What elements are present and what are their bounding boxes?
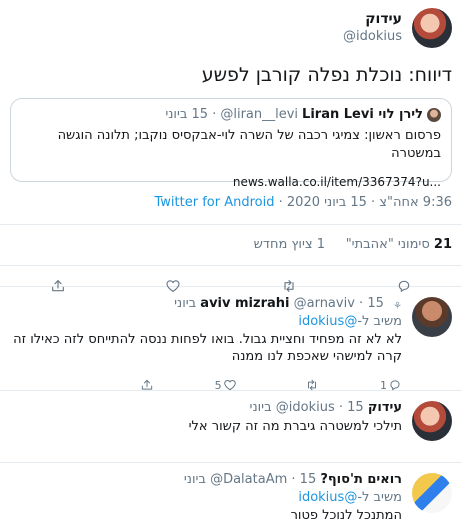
- reply-header: רואים ת'סוף? @DalataAm · 15 ביוני: [10, 471, 402, 489]
- like-action[interactable]: 5: [209, 378, 237, 392]
- reply-author-handle[interactable]: @DalataAm: [210, 472, 287, 487]
- author-handle[interactable]: @idokius: [343, 28, 402, 46]
- reply-tweet[interactable]: ⚘ aviv mizrahi @arnaviv · 15 ביוני משיב …: [0, 287, 462, 392]
- retweet-icon: [308, 379, 317, 391]
- reply-body: עידוק @idokius · 15 ביוני תילכי למשטרה ג…: [10, 399, 402, 462]
- quoted-tweet-text: פרסום ראשון: צמיגי רכבה של השרה לוי-אבקס…: [57, 128, 441, 161]
- retweet-action[interactable]: [291, 378, 319, 392]
- main-tweet-author: עידוק @idokius: [10, 6, 452, 50]
- reply-author-name[interactable]: עידוק: [368, 400, 402, 415]
- avatar[interactable]: [412, 297, 452, 337]
- replying-to-handle[interactable]: @idokius: [298, 314, 357, 329]
- share-icon[interactable]: [140, 378, 154, 392]
- reply-author-handle[interactable]: @idokius: [276, 400, 335, 415]
- heart-icon: [223, 380, 236, 391]
- quoted-author-name: לירן לוי Liran Levi: [302, 107, 423, 122]
- author-display-name[interactable]: עידוק: [343, 10, 402, 28]
- reply-text: תילכי למשטרה גיברת מה זה קשור אלי: [188, 419, 402, 434]
- likes-label: סימוני "אהבתי": [345, 237, 430, 252]
- tweet-meta: 9:36 אחה"צ · 15 ביוני 2020 · Twitter for…: [10, 194, 452, 212]
- reply-icon: [390, 380, 400, 391]
- quoted-tweet-header: לירן לוי Liran Levi @liran__levi · 15 בי…: [21, 107, 441, 123]
- quoted-date: · 15 ביוני: [165, 107, 217, 122]
- reply-count: 1: [379, 378, 387, 392]
- reply-text: לא לא זה מפחיד וחציית גבול. בואו לפחות נ…: [13, 332, 402, 364]
- avatar[interactable]: [412, 473, 452, 513]
- reply-body: ⚘ aviv mizrahi @arnaviv · 15 ביוני משיב …: [10, 295, 402, 392]
- reply-author-name[interactable]: aviv mizrahi: [200, 296, 289, 311]
- quoted-tweet[interactable]: לירן לוי Liran Levi @liran__levi · 15 בי…: [10, 98, 452, 189]
- bunny-icon: ⚘: [393, 300, 402, 312]
- replying-to: משיב ל-@idokius: [10, 489, 402, 506]
- replying-to-handle[interactable]: @idokius: [298, 490, 357, 505]
- reply-text: המתנכל לנוכל פטור: [290, 508, 402, 523]
- main-tweet: עידוק @idokius דיווח: נוכלת נפלה קורבן ל…: [0, 0, 462, 292]
- avatar[interactable]: [412, 8, 452, 48]
- reply-author-name[interactable]: רואים ת'סוף?: [320, 472, 402, 487]
- reply-tweet[interactable]: רואים ת'סוף? @DalataAm · 15 ביוני משיב ל…: [0, 463, 462, 528]
- tweet-timestamp[interactable]: 9:36 אחה"צ · 15 ביוני 2020 ·: [275, 195, 452, 210]
- reply-header: עידוק @idokius · 15 ביוני: [10, 399, 402, 417]
- reply-body: רואים ת'סוף? @DalataAm · 15 ביוני משיב ל…: [10, 471, 402, 528]
- tweet-stats: 21 סימוני "אהבתי" 1 ציוץ מחדש: [10, 225, 452, 265]
- tweet-text: דיווח: נוכלת נפלה קורבן לפשע: [201, 64, 452, 86]
- like-count: 5: [214, 378, 222, 392]
- replying-to: משיב ל-@idokius: [10, 313, 402, 330]
- retweets-stat[interactable]: 1 ציוץ מחדש: [254, 237, 325, 252]
- reply-author-handle[interactable]: @arnaviv: [294, 296, 355, 311]
- likes-count: 21: [433, 237, 452, 252]
- avatar[interactable]: [412, 401, 452, 441]
- reply-action[interactable]: 1: [374, 378, 402, 392]
- reply-header: ⚘ aviv mizrahi @arnaviv · 15 ביוני: [10, 295, 402, 313]
- tweet-thread-page: עידוק @idokius דיווח: נוכלת נפלה קורבן ל…: [0, 0, 462, 528]
- replying-to-prefix: משיב ל-: [357, 314, 402, 329]
- replying-to-prefix: משיב ל-: [357, 490, 402, 505]
- author-names: עידוק @idokius: [343, 10, 402, 46]
- reply-tweet[interactable]: עידוק @idokius · 15 ביוני תילכי למשטרה ג…: [0, 391, 462, 463]
- quoted-tweet-link[interactable]: news.walla.co.il/item/3367374?u...: [21, 175, 441, 189]
- avatar: [427, 108, 441, 122]
- quoted-date-value: 15 ביוני: [165, 107, 209, 122]
- quoted-author-handle: @liran__levi: [220, 107, 299, 122]
- tweet-source-link[interactable]: Twitter for Android: [155, 195, 275, 210]
- likes-stat[interactable]: 21 סימוני "אהבתי": [346, 237, 452, 252]
